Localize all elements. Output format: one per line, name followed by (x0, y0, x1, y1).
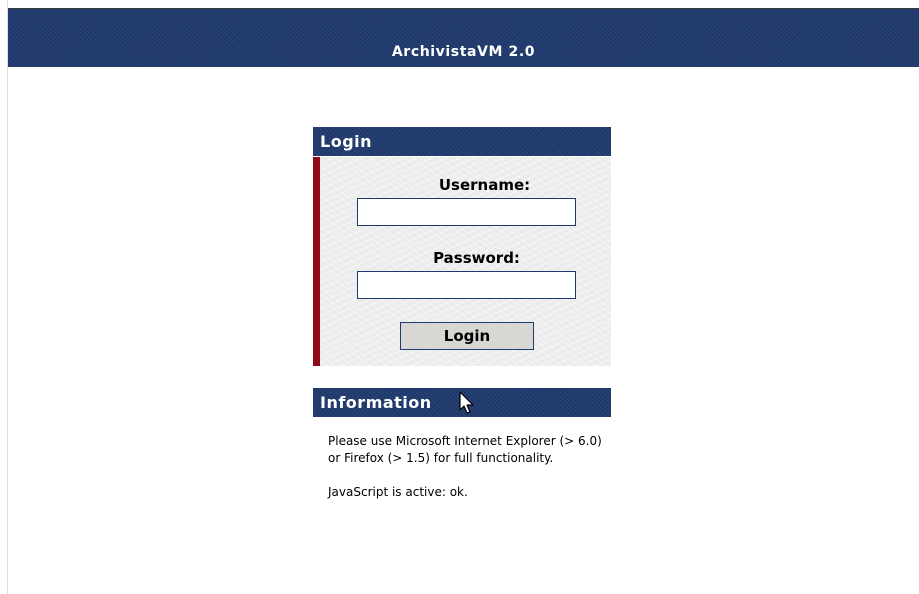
information-content: Please use Microsoft Internet Explorer (… (328, 433, 608, 518)
login-accent-bar (313, 157, 320, 366)
mouse-pointer-icon (459, 391, 474, 414)
browser-requirement-note: Please use Microsoft Internet Explorer (… (328, 434, 602, 465)
left-margin (0, 0, 8, 594)
login-button[interactable]: Login (400, 322, 534, 350)
login-form: Username: Password: Login (313, 157, 611, 366)
javascript-status-text: JavaScript is active: ok. (328, 485, 468, 499)
app-header-banner: ArchivistaVM 2.0 (8, 8, 919, 67)
username-label: Username: (438, 176, 531, 194)
password-input[interactable] (357, 271, 576, 299)
browser-page: ArchivistaVM 2.0 Login Username: Passwor… (0, 0, 919, 594)
password-label: Password: (433, 249, 520, 267)
top-margin (0, 0, 919, 8)
app-title: ArchivistaVM 2.0 (391, 44, 536, 60)
username-input[interactable] (357, 198, 576, 226)
login-panel-header: Login (313, 127, 611, 156)
